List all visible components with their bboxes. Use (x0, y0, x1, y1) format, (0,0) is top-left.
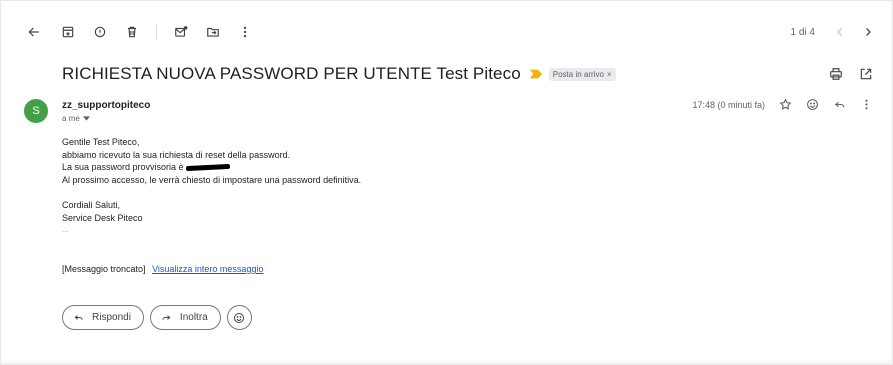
view-full-message-link[interactable]: Visualizza intero messaggio (152, 264, 263, 274)
forward-button[interactable]: Inoltra (149, 305, 221, 330)
reply-label: Rispondi (92, 312, 131, 323)
chevron-right-icon[interactable] (861, 25, 875, 39)
reply-icon (74, 315, 83, 320)
body-line: abbiamo ricevuto la sua richiesta di res… (62, 149, 291, 160)
email-body: Gentile Test Piteco, abbiamo ricevuto la… (62, 136, 361, 237)
reply-button[interactable]: Rispondi (62, 305, 144, 330)
subject-actions (829, 67, 873, 81)
reply-actions: Rispondi Inoltra (62, 305, 252, 330)
inbox-label-chip[interactable]: Posta in arrivo × (548, 67, 616, 81)
toolbar: 1 di 4 (24, 22, 875, 42)
back-arrow-icon[interactable] (24, 22, 44, 42)
star-icon[interactable] (779, 98, 792, 111)
body-greeting: Gentile Test Piteco, (62, 137, 140, 147)
reply-icon[interactable] (833, 98, 846, 111)
toolbar-actions-2 (171, 22, 255, 42)
pagination: 1 di 4 (791, 25, 875, 39)
archive-icon[interactable] (58, 22, 78, 42)
remove-label-icon[interactable]: × (607, 70, 612, 79)
caret-down-icon[interactable] (82, 116, 90, 121)
truncated-text: [Messaggio troncato] (62, 264, 146, 274)
page-count: 1 di 4 (790, 26, 815, 38)
toolbar-actions (58, 22, 142, 42)
report-spam-icon[interactable] (90, 22, 110, 42)
emoji-react-button[interactable] (226, 305, 252, 330)
timestamp: 17:48 (0 minuti fa) (692, 99, 765, 110)
toolbar-divider (156, 24, 157, 40)
body-line-password: La sua password provvisoria è (62, 161, 361, 174)
sender-name[interactable]: zz_supportopiteco (62, 100, 150, 111)
move-to-icon[interactable] (203, 22, 223, 42)
forward-icon (162, 315, 171, 320)
body-line: Al prossimo accesso, le verrà chiesto di… (62, 174, 362, 185)
forward-label: Inoltra (179, 312, 208, 323)
delete-icon[interactable] (122, 22, 142, 42)
message-meta: 17:48 (0 minuti fa) (692, 98, 873, 111)
emoji-icon (234, 312, 245, 323)
importance-marker-icon[interactable] (529, 68, 543, 80)
redacted-password (185, 163, 230, 172)
chevron-left-icon[interactable] (833, 25, 847, 39)
email-subject: RICHIESTA NUOVA PASSWORD PER UTENTE Test… (62, 64, 521, 83)
body-signature: Service Desk Piteco (62, 212, 143, 223)
recipient-details[interactable]: a me (62, 114, 90, 123)
label-text: Posta in arrivo (552, 69, 604, 79)
email-view: 1 di 4 RICHIESTA NUOVA PASSWORD PER UTEN… (0, 0, 893, 365)
body-closing: Cordiali Saluti, (62, 200, 121, 210)
recipient-text: a me (62, 114, 80, 123)
more-vert-icon[interactable] (860, 98, 873, 111)
more-vert-icon[interactable] (235, 22, 255, 42)
body-line: La sua password provvisoria è (62, 162, 184, 172)
trimmed-content-ellipsis[interactable]: ... (62, 224, 361, 237)
avatar[interactable]: S (24, 99, 48, 123)
truncated-notice: [Messaggio troncato] Visualizza intero m… (62, 264, 263, 274)
print-icon[interactable] (829, 67, 843, 81)
open-new-window-icon[interactable] (859, 67, 873, 81)
mark-unread-icon[interactable] (171, 22, 191, 42)
emoji-reaction-icon[interactable] (806, 98, 819, 111)
subject-row: RICHIESTA NUOVA PASSWORD PER UTENTE Test… (62, 62, 873, 86)
